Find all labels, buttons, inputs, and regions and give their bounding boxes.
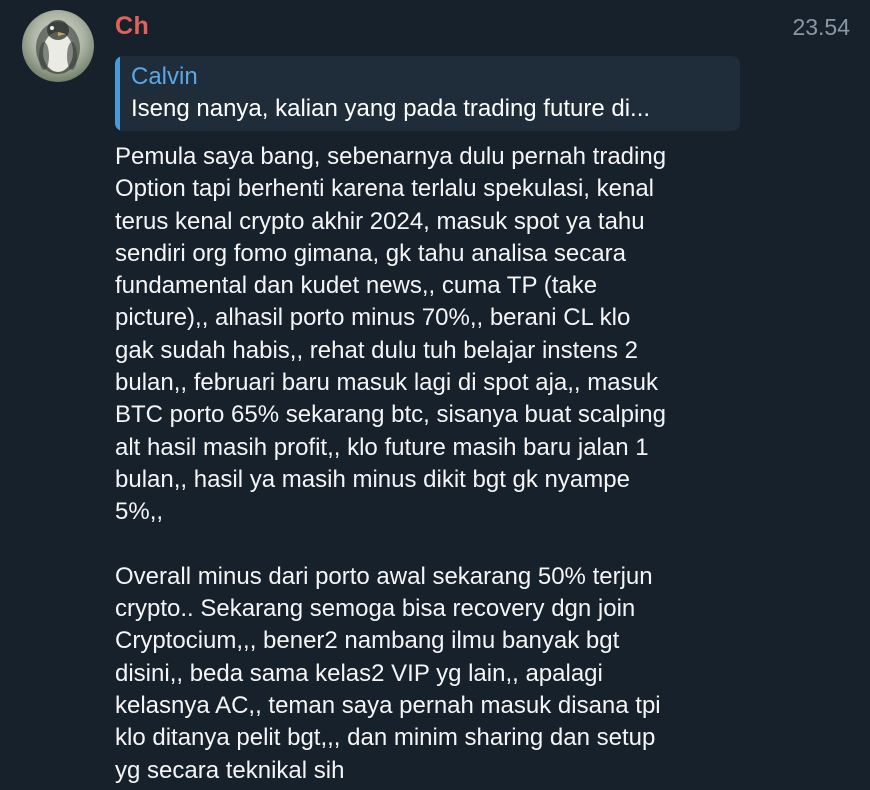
sender-avatar[interactable]	[22, 10, 94, 82]
reply-snippet: Iseng nanya, kalian yang pada trading fu…	[131, 95, 651, 122]
reply-accent-bar	[115, 56, 120, 131]
chat-message: Ch 23.54 Calvin Iseng nanya, kalian yang…	[0, 0, 870, 790]
message-time: 23.54	[792, 14, 850, 40]
reply-quote[interactable]: Calvin Iseng nanya, kalian yang pada tra…	[115, 56, 740, 131]
message-paragraph: Overall minus dari porto awal sekarang 5…	[115, 562, 661, 784]
message-text: Pemula saya bang, sebenarnya dulu pernah…	[115, 141, 765, 787]
penguin-icon	[36, 20, 80, 74]
sender-name[interactable]: Ch	[115, 12, 149, 41]
message-paragraph: Pemula saya bang, sebenarnya dulu pernah…	[115, 143, 667, 526]
reply-author: Calvin	[131, 63, 198, 90]
